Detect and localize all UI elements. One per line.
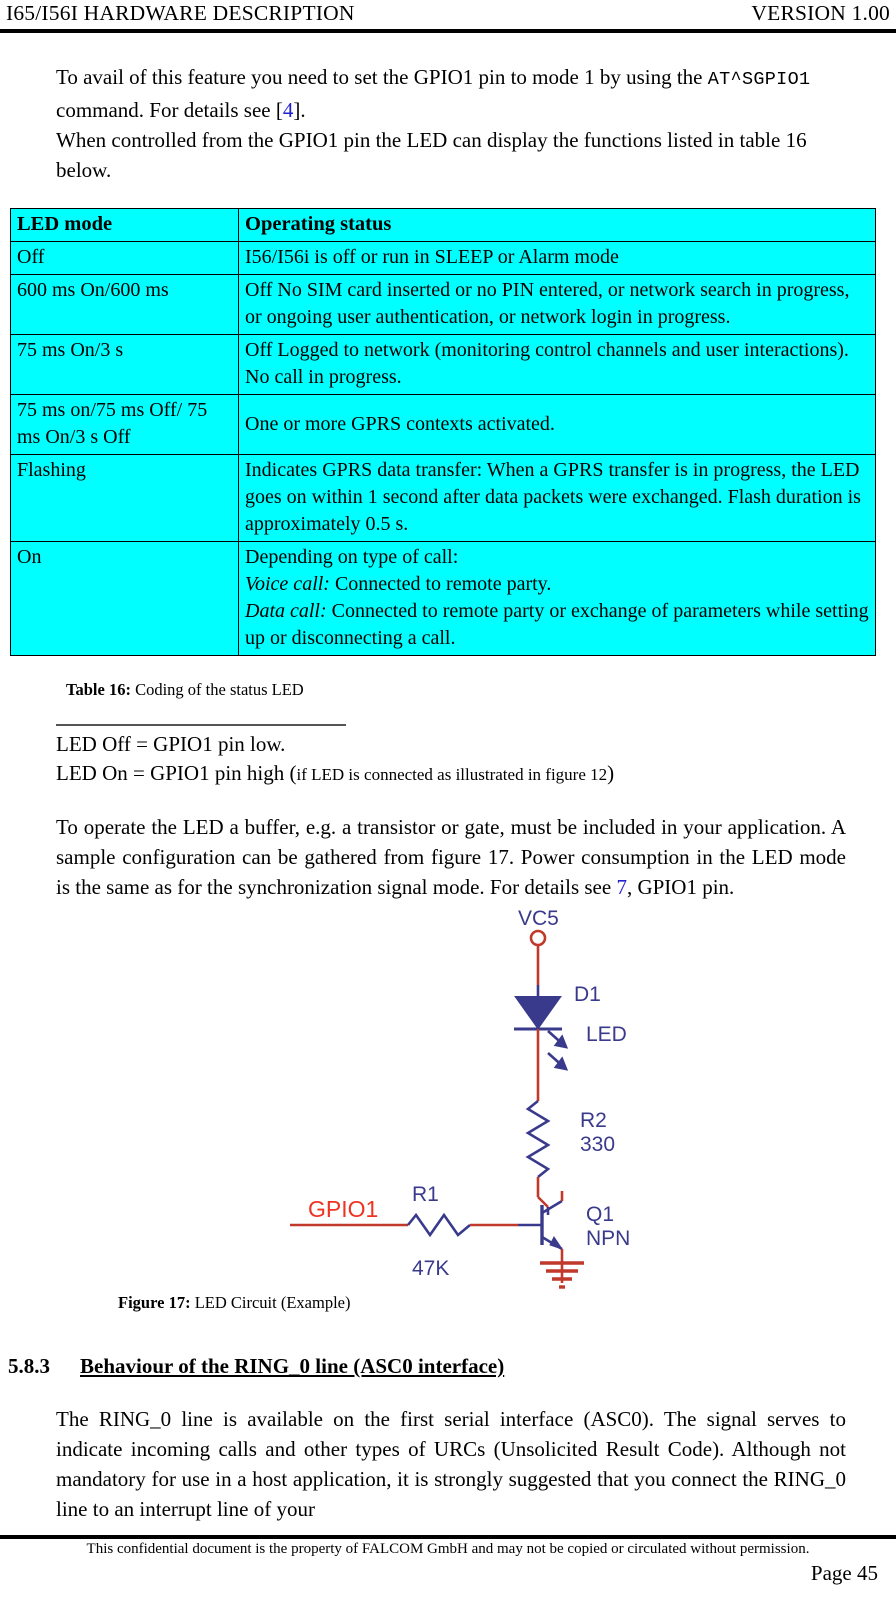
section-title: Behaviour of the RING_0 line (ASC0 inter… — [80, 1354, 505, 1378]
footer-page-number: Page 45 — [810, 1561, 878, 1585]
page-running-header: I65/I56I HARDWARE DESCRIPTION VERSION 1.… — [0, 0, 896, 30]
reference-link-7[interactable]: 7 — [616, 875, 627, 899]
ring0-paragraph-block: The RING_0 line is available on the firs… — [56, 1404, 846, 1524]
intro-text-b: command. For details see [ — [56, 98, 283, 122]
data-call-emphasis: Data call: — [245, 600, 327, 622]
table-caption-text: Coding of the status LED — [130, 680, 304, 699]
label-gpio1: GPIO1 — [308, 1196, 378, 1222]
led-on-text-a: LED On = GPIO1 pin high ( — [56, 761, 297, 785]
buffer-text-b: , GPIO1 pin. — [626, 875, 735, 899]
transistor-emitter-arrow-icon — [549, 1236, 564, 1250]
voice-call-text: Connected to remote party. — [329, 573, 552, 595]
status-line-3: Data call: Connected to remote party or … — [245, 598, 869, 652]
label-r2-value: 330 — [580, 1133, 615, 1156]
cell-operating-status: Off No SIM card inserted or no PIN enter… — [238, 274, 876, 335]
label-r2: R2 — [580, 1109, 607, 1132]
label-led: LED — [586, 1023, 627, 1046]
header-document-title: I65/I56I HARDWARE DESCRIPTION — [6, 1, 355, 25]
data-call-text: Connected to remote party or exchange of… — [245, 600, 869, 649]
led-on-text-b: ) — [607, 761, 615, 785]
table-row: 75 ms on/75 ms Off/ 75 ms On/3 s Off One… — [10, 394, 876, 455]
intro-paragraph-2: When controlled from the GPIO1 pin the L… — [56, 128, 807, 182]
status-line-2: Voice call: Connected to remote party. — [245, 571, 869, 598]
figure-caption-text: LED Circuit (Example) — [190, 1293, 351, 1312]
table-row: Flashing Indicates GPRS data transfer: W… — [10, 454, 876, 542]
section-number: 5.8.3 — [8, 1354, 50, 1378]
footer-confidentiality-notice: This confidential document is the proper… — [86, 1541, 810, 1557]
led-circuit-figure: VC5 D1 LED R2 330 Q1 NPN R1 47K GPIO1 — [290, 905, 690, 1295]
cell-led-mode: Off — [10, 241, 239, 275]
cell-operating-status: One or more GPRS contexts activated. — [238, 394, 876, 455]
table-header-row: LED mode Operating status — [10, 208, 876, 242]
led-on-note-small: if LED is connected as illustrated in fi… — [296, 765, 608, 784]
figure-caption-label: Figure 17: — [118, 1293, 191, 1312]
cell-operating-status: Depending on type of call: Voice call: C… — [238, 541, 876, 656]
note-separator-rule — [56, 724, 346, 726]
intro-text-c: ]. — [293, 98, 306, 122]
cell-operating-status: I56/I56i is off or run in SLEEP or Alarm… — [238, 241, 876, 275]
reference-link-4[interactable]: 4 — [283, 98, 294, 122]
led-circuit-schematic: VC5 D1 LED R2 330 Q1 NPN R1 47K GPIO1 — [290, 907, 630, 1289]
cell-led-mode: 75 ms On/3 s — [10, 334, 239, 395]
label-q1-type: NPN — [586, 1227, 630, 1250]
resistor-r2-symbol-icon — [525, 1099, 551, 1179]
led-diode-triangle-icon — [514, 996, 562, 1030]
cell-operating-status: Indicates GPRS data transfer: When a GPR… — [238, 454, 876, 542]
buffer-paragraph: To operate the LED a buffer, e.g. a tran… — [56, 812, 846, 902]
cell-led-mode: 75 ms on/75 ms Off/ 75 ms On/3 s Off — [10, 394, 239, 455]
header-version: VERSION 1.00 — [751, 1, 890, 25]
table-row: 75 ms On/3 s Off Logged to network (moni… — [10, 334, 876, 395]
label-r1: R1 — [412, 1183, 439, 1206]
table-caption-label: Table 16: — [66, 680, 131, 699]
table-row: Off I56/I56i is off or run in SLEEP or A… — [10, 241, 876, 275]
label-q1: Q1 — [586, 1203, 614, 1226]
column-header-led-mode: LED mode — [10, 208, 239, 242]
table-row: 600 ms On/600 ms Off No SIM card inserte… — [10, 274, 876, 335]
intro-paragraph-block: To avail of this feature you need to set… — [56, 62, 846, 185]
led-state-note-block: LED Off = GPIO1 pin low. LED On = GPIO1 … — [56, 730, 846, 789]
led-emission-arrows-icon — [547, 1030, 569, 1071]
status-line-1: Depending on type of call: — [245, 546, 459, 568]
intro-paragraph-1: To avail of this feature you need to set… — [56, 62, 846, 125]
label-d1: D1 — [574, 983, 601, 1006]
resistor-r1-symbol-icon — [406, 1212, 471, 1238]
label-r1-value: 47K — [412, 1257, 449, 1280]
column-header-operating-status: Operating status — [238, 208, 876, 242]
section-heading: 5.8.3 Behaviour of the RING_0 line (ASC0… — [8, 1352, 868, 1380]
supply-node-icon — [529, 929, 547, 947]
cell-led-mode: On — [10, 541, 239, 656]
figure-caption: Figure 17: LED Circuit (Example) — [118, 1293, 350, 1313]
voice-call-emphasis: Voice call: — [245, 573, 330, 595]
led-coding-table: LED mode Operating status Off I56/I56i i… — [10, 208, 876, 656]
led-on-note: LED On = GPIO1 pin high (if LED is conne… — [56, 759, 846, 789]
header-divider-rule — [0, 29, 896, 33]
cell-led-mode: Flashing — [10, 454, 239, 542]
ring0-paragraph: The RING_0 line is available on the firs… — [56, 1407, 846, 1521]
buffer-paragraph-block: To operate the LED a buffer, e.g. a tran… — [56, 812, 846, 902]
cell-operating-status: Off Logged to network (monitoring contro… — [238, 334, 876, 395]
led-off-note: LED Off = GPIO1 pin low. — [56, 732, 286, 756]
at-command-text: AT^SGPIO1 — [707, 69, 811, 90]
table-row: On Depending on type of call: Voice call… — [10, 541, 876, 656]
intro-text-a: To avail of this feature you need to set… — [56, 65, 708, 89]
cell-led-mode: 600 ms On/600 ms — [10, 274, 239, 335]
table-caption: Table 16: Coding of the status LED — [66, 680, 304, 700]
label-vc5: VC5 — [518, 907, 559, 930]
